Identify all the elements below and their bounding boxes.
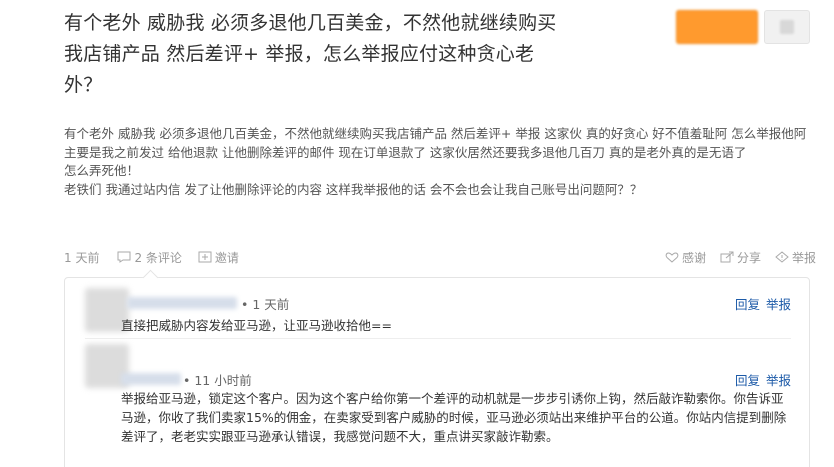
commenter-name[interactable] (121, 373, 181, 385)
report-icon (775, 251, 789, 263)
question-title: 有个老外 威胁我 必须多退他几百美金，不然他就继续购买我店铺产品 然后差评+ 举… (64, 12, 557, 96)
comments-panel: • 1 天前 回复 举报 直接把威胁内容发给亚马逊，让亚马逊收拾他== • 11… (64, 277, 810, 467)
share-link[interactable]: 分享 (720, 249, 761, 266)
post-time: 1 天前 (64, 250, 100, 265)
report-label: 举报 (791, 250, 816, 265)
invite-label: 邀请 (214, 250, 239, 265)
comment-time: • 1 天前 (241, 297, 290, 312)
top-actions (676, 10, 810, 44)
thanks-label: 感谢 (681, 250, 706, 265)
follow-icon (780, 20, 794, 34)
comment-icon (117, 251, 131, 263)
thanks-link[interactable]: 感谢 (665, 249, 706, 266)
commenter-name[interactable] (127, 297, 237, 309)
detail-paragraph: 有个老外 威胁我 必须多退他几百美金，不然他就继续购买我店铺产品 然后差评+ 举… (64, 126, 807, 160)
report-button[interactable]: 举报 (766, 294, 791, 313)
question-detail: 有个老外 威胁我 必须多退他几百美金，不然他就继续购买我店铺产品 然后差评+ 举… (64, 125, 816, 199)
heart-icon (665, 252, 679, 263)
reply-button[interactable]: 回复 (735, 370, 760, 389)
meta-right-actions: 感谢 分享 举报 (665, 249, 816, 266)
comments-count: 2 条评论 (134, 250, 182, 265)
share-icon (720, 251, 734, 263)
invite-link[interactable]: 邀请 (198, 249, 239, 266)
question-meta-bar: 1 天前 2 条评论 邀请 感谢 分享 举报 (64, 247, 816, 267)
follow-button[interactable] (764, 10, 810, 44)
reply-button[interactable]: 回复 (735, 294, 760, 313)
comment-text: 直接把威胁内容发给亚马逊，让亚马逊收拾他== (121, 318, 392, 333)
detail-paragraph: 怎么弄死他！ (64, 163, 140, 178)
answer-button[interactable] (676, 10, 758, 44)
comment-text: 举报给亚马逊，锁定这个客户。因为这个客户给你第一个差评的动机就是一步步引诱你上钩… (121, 391, 787, 444)
comment-time: • 11 小时前 (183, 373, 252, 388)
share-label: 分享 (736, 250, 761, 265)
comments-link[interactable]: 2 条评论 (117, 249, 182, 266)
comment-divider (85, 338, 791, 339)
comment-item: • 11 小时前 回复 举报 举报给亚马逊，锁定这个客户。因为这个客户给你第一个… (85, 344, 791, 467)
report-link[interactable]: 举报 (775, 249, 816, 266)
detail-paragraph: 老铁们 我通过站内信 发了让他删除评论的内容 这样我举报他的话 会不会也会让我自… (64, 181, 643, 197)
comment-actions: 回复 举报 (735, 294, 791, 313)
comment-actions: 回复 举报 (735, 370, 791, 389)
invite-icon (198, 251, 212, 263)
comment-item: • 1 天前 回复 举报 直接把威胁内容发给亚马逊，让亚马逊收拾他== (85, 288, 791, 344)
report-button[interactable]: 举报 (766, 370, 791, 389)
